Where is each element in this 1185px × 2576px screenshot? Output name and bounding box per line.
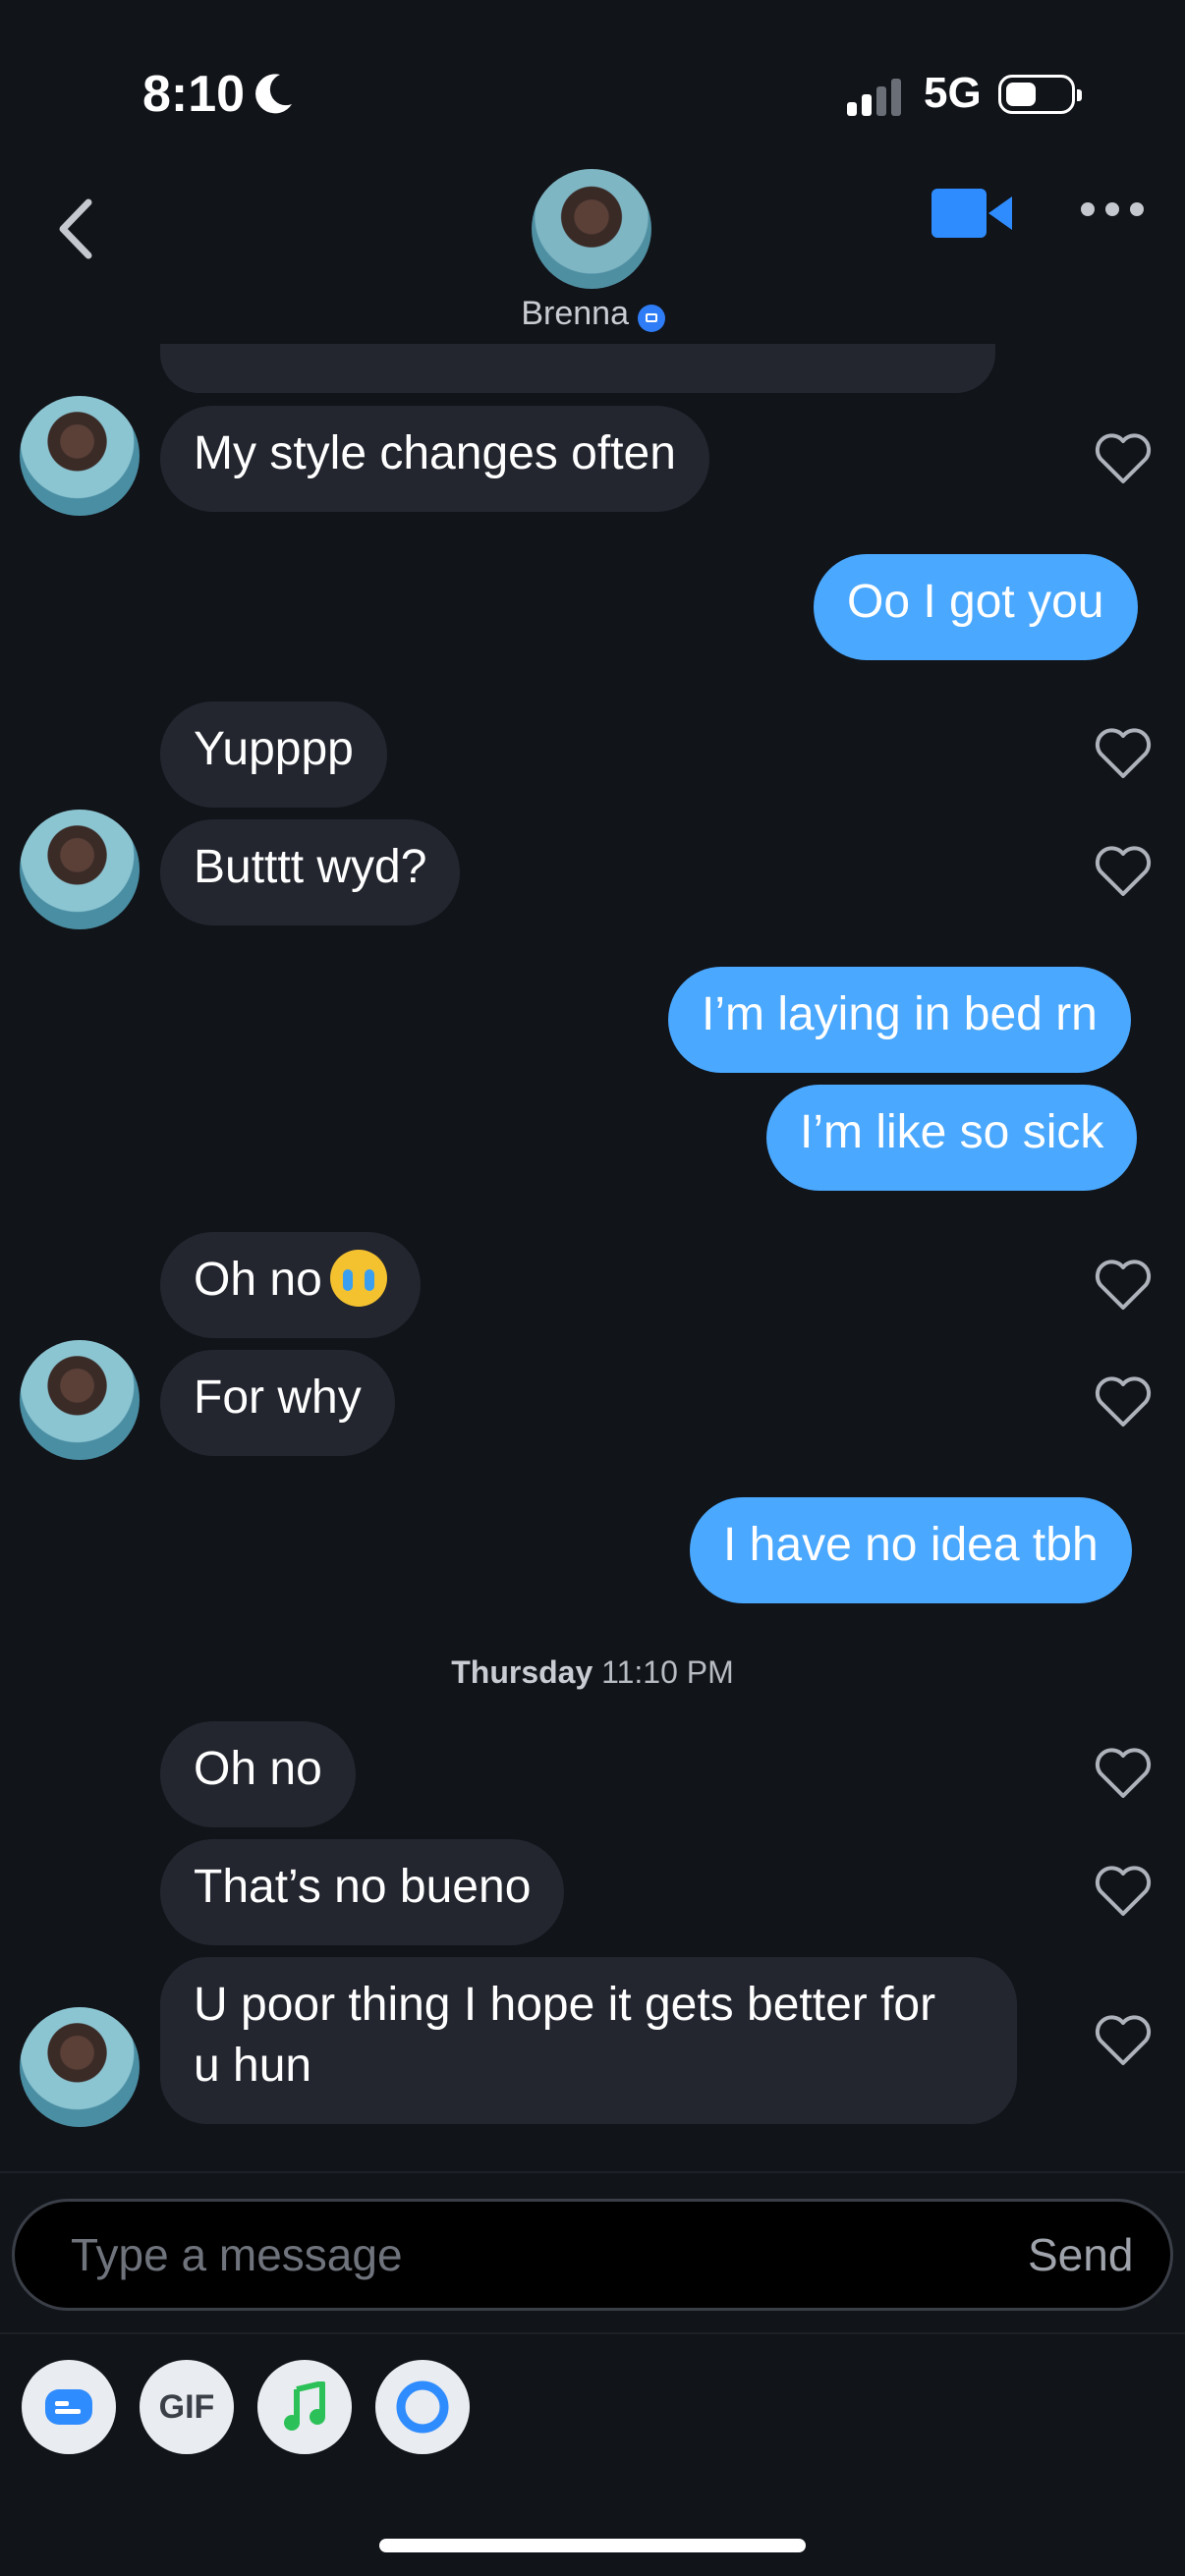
incoming-message[interactable]: My style changes often	[160, 406, 709, 512]
home-indicator	[379, 2539, 806, 2552]
divider	[0, 2332, 1185, 2334]
message-line: U poor thing I hope it gets better for	[194, 1979, 936, 2031]
incoming-message[interactable]: Oh no	[160, 1232, 421, 1338]
battery-icon	[998, 75, 1082, 114]
heart-icon[interactable]	[1095, 727, 1152, 780]
music-note-icon	[284, 2381, 325, 2431]
video-call-icon[interactable]	[931, 189, 1012, 238]
heart-icon[interactable]	[1095, 1747, 1152, 1800]
heart-icon[interactable]	[1095, 1375, 1152, 1428]
message-timestamp: Thursday 11:10 PM	[0, 1654, 1185, 1691]
gif-button[interactable]: GIF	[140, 2360, 234, 2454]
more-options-icon[interactable]	[1081, 202, 1144, 218]
message-line: u hun	[194, 2040, 312, 2092]
sticker-button[interactable]	[375, 2360, 470, 2454]
timestamp-day: Thursday	[451, 1654, 593, 1690]
incoming-message[interactable]: Yupppp	[160, 701, 387, 808]
divider	[0, 2171, 1185, 2173]
card-icon	[45, 2389, 92, 2425]
timestamp-time: 11:10 PM	[601, 1654, 734, 1690]
sender-avatar[interactable]	[20, 810, 140, 929]
crying-emoji-icon	[329, 1250, 387, 1308]
incoming-message[interactable]: For why	[160, 1350, 395, 1456]
message-input-placeholder[interactable]: Type a message	[71, 2228, 403, 2281]
send-button[interactable]: Send	[1028, 2228, 1133, 2281]
outgoing-message[interactable]: I’m laying in bed rn	[668, 967, 1131, 1073]
status-time: 8:10	[142, 66, 246, 123]
sender-avatar[interactable]	[20, 2007, 140, 2127]
sender-avatar[interactable]	[20, 396, 140, 516]
heart-icon[interactable]	[1095, 2014, 1152, 2067]
moon-icon	[255, 74, 292, 114]
contact-name[interactable]: Brenna	[432, 295, 629, 333]
incoming-message[interactable]: U poor thing I hope it gets better for u…	[160, 1957, 1017, 2124]
heart-icon[interactable]	[1095, 845, 1152, 898]
outgoing-message[interactable]: I’m like so sick	[766, 1085, 1138, 1191]
heart-icon[interactable]	[1095, 1865, 1152, 1918]
outgoing-message[interactable]: I have no idea tbh	[690, 1497, 1132, 1603]
ring-icon	[396, 2380, 449, 2434]
incoming-message[interactable]: That’s no bueno	[160, 1839, 565, 1945]
music-button[interactable]	[257, 2360, 352, 2454]
clipped-message-bubble	[160, 344, 995, 393]
gif-label: GIF	[158, 2388, 215, 2426]
incoming-message[interactable]: Butttt wyd?	[160, 819, 461, 925]
signal-icon	[847, 77, 906, 116]
prompt-card-button[interactable]	[22, 2360, 116, 2454]
outgoing-message[interactable]: Oo I got you	[814, 554, 1138, 660]
sender-avatar[interactable]	[20, 1340, 140, 1460]
message-text: Oh no	[194, 1254, 322, 1306]
contact-avatar[interactable]	[532, 169, 651, 289]
heart-icon[interactable]	[1095, 432, 1152, 485]
heart-icon[interactable]	[1095, 1259, 1152, 1312]
incoming-message[interactable]: Oh no	[160, 1721, 356, 1827]
network-label: 5G	[924, 69, 982, 117]
back-chevron-icon[interactable]	[51, 195, 102, 263]
verified-badge-icon	[638, 305, 665, 332]
